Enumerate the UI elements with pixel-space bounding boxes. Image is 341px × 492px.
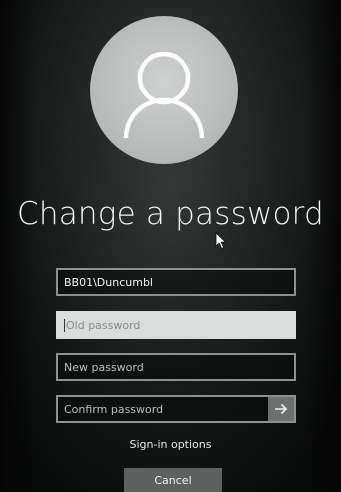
page-title: Change a password: [17, 196, 324, 232]
username-field[interactable]: BB01\Duncumbl: [56, 268, 296, 296]
username-value: BB01\Duncumbl: [64, 275, 153, 289]
cancel-label: Cancel: [154, 473, 192, 487]
sign-in-options-link[interactable]: Sign-in options: [0, 438, 341, 451]
old-password-field[interactable]: Old password: [56, 311, 296, 339]
confirm-password-placeholder: Confirm password: [64, 402, 164, 416]
confirm-password-field[interactable]: Confirm password: [56, 395, 296, 423]
old-password-placeholder: Old password: [66, 318, 141, 332]
new-password-field[interactable]: New password: [56, 353, 296, 381]
submit-button[interactable]: [268, 397, 294, 421]
arrow-right-icon: [275, 403, 288, 415]
user-icon: [123, 51, 205, 139]
cancel-button[interactable]: Cancel: [124, 468, 222, 492]
new-password-placeholder: New password: [64, 360, 144, 374]
user-avatar: [90, 16, 238, 164]
mouse-pointer-icon: [215, 232, 227, 250]
text-caret: [64, 318, 65, 332]
lock-screen: Change a password BB01\Duncumbl Old pass…: [0, 0, 341, 492]
